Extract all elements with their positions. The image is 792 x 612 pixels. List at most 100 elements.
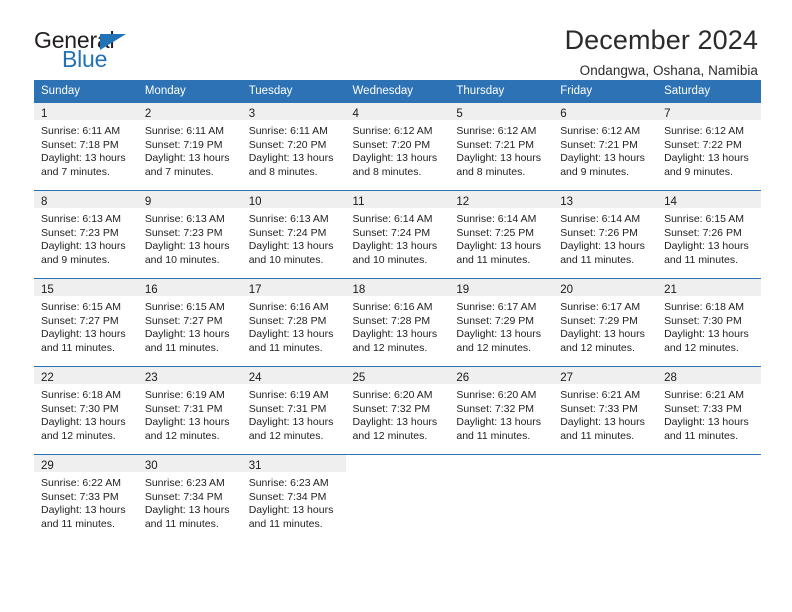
calendar-day-cell-empty [553, 454, 658, 543]
sunset-text: Sunset: 7:21 PM [456, 138, 535, 151]
day-cell-inner [657, 455, 761, 543]
sunrise-text: Sunrise: 6:14 AM [352, 213, 433, 225]
day-number-band: 13 [553, 191, 658, 208]
day-cell-inner: 5 Sunrise: 6:12 AM Sunset: 7:21 PM Daylight… [449, 103, 554, 190]
page-subtitle: Ondangwa, Oshana, Namibia [579, 63, 758, 79]
calendar-day-cell[interactable]: 20 Sunrise: 6:17 AM Sunset: 7:29 PM Dayligh… [553, 278, 658, 367]
daylight-text-line1: Daylight: 13 hours [352, 152, 438, 165]
weekday-header-monday: Monday [137, 80, 242, 103]
calendar-day-cell[interactable]: 26 Sunrise: 6:20 AM Sunset: 7:32 PM Dayligh… [449, 366, 554, 455]
day-cell-inner: 23 Sunrise: 6:19 AM Sunset: 7:31 PM Dayligh… [137, 367, 242, 454]
sunrise-text: Sunrise: 6:23 AM [248, 477, 329, 489]
day-cell-inner: 19 Sunrise: 6:17 AM Sunset: 7:29 PM Dayligh… [449, 279, 554, 366]
daylight-text-line2: and 10 minutes. [352, 253, 428, 266]
day-cell-inner: 3 Sunrise: 6:11 AM Sunset: 7:20 PM Daylight… [241, 103, 346, 190]
calendar-day-cell[interactable]: 28 Sunrise: 6:21 AM Sunset: 7:33 PM Dayligh… [657, 366, 761, 455]
calendar-day-cell[interactable]: 6 Sunrise: 6:12 AM Sunset: 7:21 PM Daylight… [553, 102, 658, 191]
calendar-day-cell[interactable]: 24 Sunrise: 6:19 AM Sunset: 7:31 PM Dayligh… [241, 366, 346, 455]
day-cell-body: Sunrise: 6:22 AM Sunset: 7:33 PM Daylight:… [34, 472, 138, 531]
calendar-day-cell[interactable]: 2 Sunrise: 6:11 AM Sunset: 7:19 PM Daylight… [137, 102, 242, 191]
sunrise-text: Sunrise: 6:18 AM [664, 301, 745, 313]
calendar-day-cell[interactable]: 17 Sunrise: 6:16 AM Sunset: 7:28 PM Dayligh… [241, 278, 346, 367]
weekday-header-thursday: Thursday [449, 80, 554, 103]
day-cell-inner [346, 455, 450, 543]
day-number-band: 20 [553, 279, 658, 296]
day-number: 11 [352, 196, 365, 208]
day-number: 9 [144, 196, 152, 208]
sunrise-text: Sunrise: 6:13 AM [41, 213, 121, 225]
calendar-day-cell[interactable]: 23 Sunrise: 6:19 AM Sunset: 7:31 PM Dayligh… [137, 366, 242, 455]
calendar-day-cell[interactable]: 31 Sunrise: 6:23 AM Sunset: 7:34 PM Dayligh… [241, 454, 346, 543]
day-number-band: 18 [345, 279, 450, 296]
sunrise-text: Sunrise: 6:19 AM [248, 389, 329, 401]
daylight-text-line1: Daylight: 13 hours [560, 416, 645, 429]
calendar-day-cell[interactable]: 19 Sunrise: 6:17 AM Sunset: 7:29 PM Dayligh… [449, 278, 554, 367]
sunrise-text: Sunrise: 6:16 AM [352, 301, 433, 313]
sunset-text: Sunset: 7:34 PM [144, 490, 223, 503]
daylight-text-line2: and 11 minutes. [664, 253, 738, 266]
calendar-day-cell[interactable]: 25 Sunrise: 6:20 AM Sunset: 7:32 PM Dayligh… [345, 366, 450, 455]
sunrise-text: Sunrise: 6:13 AM [248, 213, 329, 225]
calendar-week-row: 1 Sunrise: 6:11 AM Sunset: 7:18 PM Daylight… [34, 102, 761, 191]
day-number-band [553, 455, 657, 472]
calendar-day-cell[interactable]: 22 Sunrise: 6:18 AM Sunset: 7:30 PM Dayligh… [34, 366, 138, 455]
calendar-day-cell[interactable]: 21 Sunrise: 6:18 AM Sunset: 7:30 PM Dayligh… [657, 278, 761, 367]
daylight-text-line1: Daylight: 13 hours [456, 240, 542, 253]
daylight-text-line1: Daylight: 13 hours [248, 240, 334, 253]
calendar-day-cell[interactable]: 1 Sunrise: 6:11 AM Sunset: 7:18 PM Daylight… [34, 102, 138, 191]
calendar-day-cell[interactable]: 30 Sunrise: 6:23 AM Sunset: 7:34 PM Dayligh… [137, 454, 242, 543]
calendar-day-cell[interactable]: 27 Sunrise: 6:21 AM Sunset: 7:33 PM Dayligh… [553, 366, 658, 455]
calendar-day-cell[interactable]: 29 Sunrise: 6:22 AM Sunset: 7:33 PM Dayligh… [34, 454, 138, 543]
calendar-day-cell[interactable]: 8 Sunrise: 6:13 AM Sunset: 7:23 PM Daylight… [34, 190, 138, 279]
day-number-band: 17 [241, 279, 346, 296]
calendar-day-cell[interactable]: 10 Sunrise: 6:13 AM Sunset: 7:24 PM Dayligh… [241, 190, 346, 279]
daylight-text-line1: Daylight: 13 hours [560, 152, 645, 165]
calendar-day-cell[interactable]: 16 Sunrise: 6:15 AM Sunset: 7:27 PM Dayligh… [137, 278, 242, 367]
day-cell-inner [553, 455, 657, 543]
day-cell-inner: 12 Sunrise: 6:14 AM Sunset: 7:25 PM Dayligh… [449, 191, 554, 278]
calendar-day-cell[interactable]: 9 Sunrise: 6:13 AM Sunset: 7:23 PM Daylight… [137, 190, 242, 279]
daylight-text-line2: and 11 minutes. [456, 429, 531, 442]
daylight-text-line2: and 11 minutes. [144, 341, 219, 354]
daylight-text-line1: Daylight: 13 hours [144, 416, 230, 429]
daylight-text-line1: Daylight: 13 hours [248, 416, 334, 429]
day-cell-body [553, 472, 657, 477]
daylight-text-line1: Daylight: 13 hours [664, 328, 749, 341]
day-cell-inner: 17 Sunrise: 6:16 AM Sunset: 7:28 PM Dayligh… [241, 279, 346, 366]
daylight-text-line1: Daylight: 13 hours [664, 416, 749, 429]
day-number: 13 [560, 196, 574, 208]
day-number-band: 21 [657, 279, 761, 296]
calendar-day-cell[interactable]: 15 Sunrise: 6:15 AM Sunset: 7:27 PM Dayligh… [34, 278, 138, 367]
calendar-week-row: 8 Sunrise: 6:13 AM Sunset: 7:23 PM Daylight… [34, 190, 761, 279]
daylight-text-line2: and 9 minutes. [41, 253, 110, 266]
day-number: 29 [41, 460, 54, 472]
sunset-text: Sunset: 7:32 PM [352, 402, 431, 415]
sunset-text: Sunset: 7:32 PM [456, 402, 535, 415]
day-number-band: 28 [657, 367, 761, 384]
day-number-band: 25 [345, 367, 450, 384]
daylight-text-line1: Daylight: 13 hours [352, 240, 438, 253]
calendar-day-cell[interactable]: 11 Sunrise: 6:14 AM Sunset: 7:24 PM Dayligh… [345, 190, 450, 279]
page-title: December 2024 [564, 25, 758, 55]
calendar-day-cell-empty [449, 454, 554, 543]
calendar-day-cell[interactable]: 14 Sunrise: 6:15 AM Sunset: 7:26 PM Dayligh… [657, 190, 761, 279]
calendar-day-cell[interactable]: 3 Sunrise: 6:11 AM Sunset: 7:20 PM Daylight… [241, 102, 346, 191]
daylight-text-line1: Daylight: 13 hours [144, 152, 230, 165]
calendar-day-cell[interactable]: 18 Sunrise: 6:16 AM Sunset: 7:28 PM Dayligh… [345, 278, 450, 367]
calendar-day-cell[interactable]: 5 Sunrise: 6:12 AM Sunset: 7:21 PM Daylight… [449, 102, 554, 191]
calendar-day-cell[interactable]: 13 Sunrise: 6:14 AM Sunset: 7:26 PM Dayligh… [553, 190, 658, 279]
day-number: 23 [144, 372, 158, 384]
day-number: 1 [41, 108, 48, 120]
day-cell-inner: 21 Sunrise: 6:18 AM Sunset: 7:30 PM Dayligh… [657, 279, 761, 366]
day-number-band: 22 [34, 367, 138, 384]
calendar-day-cell[interactable]: 12 Sunrise: 6:14 AM Sunset: 7:25 PM Dayligh… [449, 190, 554, 279]
calendar-day-cell[interactable]: 4 Sunrise: 6:12 AM Sunset: 7:20 PM Daylight… [345, 102, 450, 191]
calendar-day-cell[interactable]: 7 Sunrise: 6:12 AM Sunset: 7:22 PM Daylight… [657, 102, 761, 191]
sunset-text: Sunset: 7:25 PM [456, 226, 535, 239]
day-cell-inner: 22 Sunrise: 6:18 AM Sunset: 7:30 PM Dayligh… [34, 367, 138, 454]
day-number-band: 29 [34, 455, 138, 472]
sunrise-text: Sunrise: 6:12 AM [560, 125, 641, 137]
day-number-band: 2 [137, 103, 242, 120]
daylight-text-line1: Daylight: 13 hours [248, 152, 334, 165]
day-number: 31 [248, 460, 262, 472]
